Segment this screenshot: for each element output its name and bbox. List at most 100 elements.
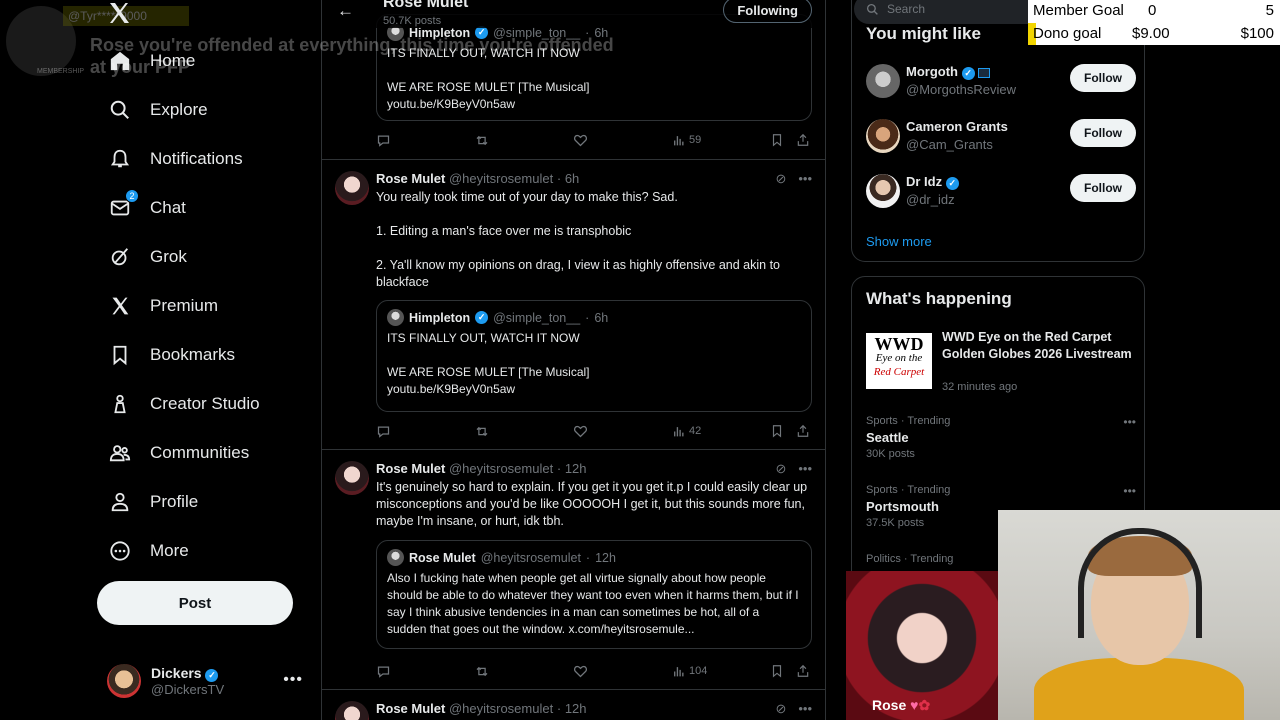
tweet-text: 2. Ya'll know my opinions on drag, I vie…	[376, 258, 781, 289]
quoted-tweet[interactable]: Himpleton ✓ @simple_ton__ · 6h ITS FINAL…	[376, 300, 812, 412]
nav-premium[interactable]: Premium	[100, 284, 226, 328]
streamer-webcam	[998, 510, 1280, 720]
trend-item[interactable]: Sports · Trending Seattle 30K posts •••	[866, 415, 1136, 465]
nav-more-label: More	[150, 541, 189, 560]
chat-icon: 2	[108, 189, 139, 220]
nav-notifications[interactable]: Notifications	[100, 137, 251, 181]
verified-badge-icon: ✓	[945, 177, 959, 190]
bookmark-icon[interactable]	[770, 664, 784, 678]
quoted-tweet-header: Rose Mulet @heyitsrosemulet · 12h	[387, 549, 801, 566]
show-more-link[interactable]: Show more	[866, 234, 932, 249]
reply-icon[interactable]	[376, 664, 391, 679]
webcam-figure-shirt	[1034, 658, 1244, 720]
nav-bookmarks[interactable]: Bookmarks	[100, 333, 243, 377]
suggested-account[interactable]: Morgoth ✓ @MorgothsReview Follow	[866, 64, 1136, 104]
follow-button[interactable]: Follow	[1070, 64, 1136, 92]
nav-creator-studio[interactable]: Creator Studio	[100, 382, 268, 426]
tweet-text: 1. Editing a man's face over me is trans…	[376, 224, 632, 238]
views-count[interactable]: 59	[672, 134, 701, 147]
quoted-text-line: WE ARE ROSE MULET [The Musical]	[387, 80, 590, 94]
nav-grok[interactable]: Grok	[100, 235, 195, 279]
quoted-link[interactable]: youtu.be/K9BeyV0n5aw	[387, 97, 515, 111]
more-options-icon[interactable]: •••	[798, 461, 812, 477]
trend-category: Sports · Trending	[866, 415, 951, 427]
more-options-icon[interactable]: •••	[798, 701, 812, 717]
tweet-header: Rose Mulet @heyitsrosemulet · 12h	[376, 461, 587, 476]
member-goal-target: 5	[1265, 2, 1274, 19]
reply-icon[interactable]	[376, 424, 391, 439]
reply-icon[interactable]	[376, 133, 391, 148]
author-name[interactable]: Rose Mulet	[376, 701, 445, 716]
share-icon[interactable]	[796, 133, 810, 147]
share-icon[interactable]	[796, 424, 810, 438]
nav-chat[interactable]: 2 Chat	[100, 186, 194, 230]
member-goal-label: Member Goal	[1033, 2, 1124, 19]
account-name-row: Dickers ✓	[151, 665, 224, 682]
repost-icon[interactable]	[474, 133, 490, 148]
quoted-tweet[interactable]: Rose Mulet @heyitsrosemulet · 12h Also I…	[376, 540, 812, 649]
event-logo-line: Eye on the	[875, 352, 923, 364]
author-avatar[interactable]	[335, 461, 369, 495]
nav-creator-studio-label: Creator Studio	[150, 394, 260, 413]
follow-button[interactable]: Follow	[1070, 174, 1136, 202]
more-options-icon[interactable]: •••	[798, 171, 812, 187]
tweet[interactable]: Rose Mulet @heyitsrosemulet · 12h ⊘ •••	[322, 690, 825, 720]
suggested-account[interactable]: Dr Idz ✓ @dr_idz Follow	[866, 174, 1136, 214]
grok-icon[interactable]: ⊘	[775, 701, 786, 717]
dono-goal-target: $100	[1240, 25, 1274, 42]
like-icon[interactable]	[573, 133, 588, 148]
nav-profile-label: Profile	[150, 492, 199, 511]
views-count[interactable]: 42	[672, 425, 701, 438]
like-icon[interactable]	[573, 424, 588, 439]
bookmark-icon[interactable]	[770, 133, 784, 147]
post-button[interactable]: Post	[97, 581, 293, 625]
author-name[interactable]: Rose Mulet	[376, 171, 445, 186]
tweet-body: You really took time out of your day to …	[376, 189, 812, 291]
who-to-follow-title: You might like	[866, 24, 981, 43]
tweet[interactable]: Rose Mulet @heyitsrosemulet · 12h ⊘ ••• …	[322, 450, 825, 690]
quoted-tweet-header: Himpleton ✓ @simple_ton__ · 6h	[387, 309, 801, 326]
event-thumbnail: WWD Eye on the Red Carpet	[866, 333, 932, 389]
suggested-name: Dr Idz	[906, 174, 943, 189]
author-avatar[interactable]	[335, 171, 369, 205]
nav-more[interactable]: More	[100, 529, 197, 573]
x-logo-icon[interactable]	[107, 0, 131, 26]
event-item[interactable]: WWD Eye on the Red Carpet WWD Eye on the…	[866, 329, 1136, 393]
bookmark-icon[interactable]	[770, 424, 784, 438]
author-name[interactable]: Rose Mulet	[376, 461, 445, 476]
nav-explore[interactable]: Explore	[100, 88, 216, 132]
views-count-value: 59	[689, 134, 702, 146]
quoted-time: 6h	[594, 310, 609, 325]
follow-button[interactable]: Follow	[1070, 119, 1136, 147]
trend-more-icon[interactable]: •••	[1123, 415, 1136, 429]
grok-icon[interactable]: ⊘	[775, 171, 786, 187]
suggested-name-row: Morgoth ✓	[906, 64, 991, 80]
following-button[interactable]: Following	[723, 0, 812, 23]
trend-more-icon[interactable]: •••	[1123, 484, 1136, 498]
grok-icon[interactable]: ⊘	[775, 461, 786, 477]
tweet[interactable]: Rose Mulet @heyitsrosemulet · 6h ⊘ ••• Y…	[322, 160, 825, 450]
bell-icon	[108, 147, 132, 171]
nav-communities[interactable]: Communities	[100, 431, 257, 475]
quoted-link[interactable]: youtu.be/K9BeyV0n5aw	[387, 382, 515, 396]
repost-icon[interactable]	[474, 424, 490, 439]
trend-name: Seattle	[866, 430, 909, 445]
back-arrow-icon[interactable]: ←	[337, 1, 354, 21]
nav-bookmarks-label: Bookmarks	[150, 345, 236, 364]
search-icon	[108, 98, 132, 122]
quoted-time: 12h	[595, 550, 616, 565]
account-switcher[interactable]: Dickers ✓ @DickersTV •••	[107, 661, 307, 701]
author-avatar[interactable]	[335, 701, 369, 720]
suggested-account[interactable]: Cameron Grants @Cam_Grants Follow	[866, 119, 1136, 159]
nav-premium-label: Premium	[150, 296, 219, 315]
share-icon[interactable]	[796, 664, 810, 678]
nav-profile[interactable]: Profile	[100, 480, 206, 524]
views-count[interactable]: 104	[672, 665, 707, 678]
suggested-handle: @Cam_Grants	[906, 137, 993, 152]
like-icon[interactable]	[573, 664, 588, 679]
account-handle: @DickersTV	[151, 682, 225, 697]
suggested-name: Morgoth	[906, 64, 958, 79]
author-handle: @heyitsrosemulet	[448, 171, 554, 186]
account-more-icon[interactable]: •••	[283, 671, 303, 689]
repost-icon[interactable]	[474, 664, 490, 679]
